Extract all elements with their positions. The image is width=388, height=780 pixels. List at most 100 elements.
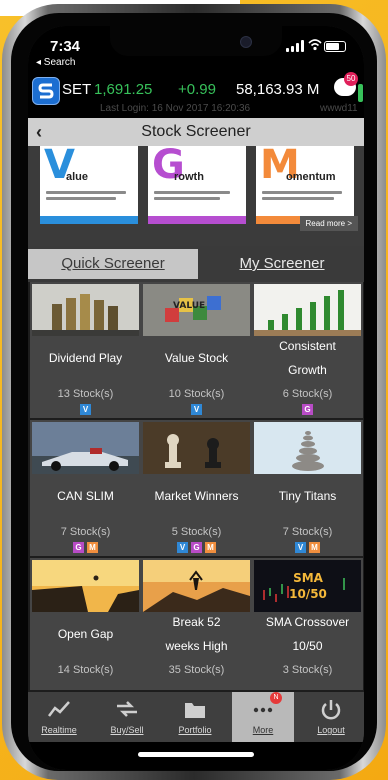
read-more-button[interactable]: Read more > [299,216,358,231]
index-value: 1,691.25 [94,81,153,98]
banner-value-ribbon: V alue [40,146,138,224]
screener-tag-badge: G [191,542,202,553]
status-time: 7:34 [50,38,81,55]
nav-label: More [252,725,274,735]
screener-name: 10/50 [292,639,323,653]
screener-tags: VM [252,542,363,553]
strategy-banner[interactable]: V alue G rowth M omentum Read more > [28,146,364,246]
screener-stock-count: 13 Stock(s) [57,388,114,400]
index-change: +0.99 [178,81,216,98]
screener-stock-count: 7 Stock(s) [282,526,333,538]
banner-growth-word: rowth [174,171,204,183]
nav-item-buysell[interactable]: Buy/Sell [96,692,158,742]
screener-tag-badge: V [177,542,188,553]
nav-label: Portfolio [178,725,212,735]
tab-my-screener[interactable]: My Screener [200,249,364,279]
index-volume: 58,163.93 M [236,81,320,98]
folder-icon [185,703,205,718]
screener-image: SMA 10/50 [254,560,361,612]
arrows-swap-icon [117,701,137,717]
screener-image [254,422,361,474]
back-to-search-link[interactable]: ◂ Search [36,57,75,68]
screener-stock-count: 7 Stock(s) [60,526,111,538]
screener-tabs: Quick Screener My Screener [28,246,364,282]
screener-stock-count: 5 Stock(s) [171,526,222,538]
screener-tag-badge: G [73,542,84,553]
screener-card[interactable]: Open Gap 14 Stock(s) [30,558,141,690]
signal-icon [286,40,304,52]
screener-name: CAN SLIM [57,489,114,503]
screener-tags: V [141,404,252,415]
screener-tags: VGM [141,542,252,553]
banner-momentum-description [262,188,348,203]
screener-stock-count: 6 Stock(s) [282,388,333,400]
screener-tags: GM [30,542,141,553]
last-login-text: Last Login: 16 Nov 2017 16:20:36 [100,103,251,114]
screener-image [254,284,361,336]
screener-name: Growth [288,363,327,377]
screener-image [143,422,250,474]
home-indicator-area [28,742,364,770]
phone-notch [110,26,282,56]
banner-growth-description [154,188,240,203]
nav-label: Buy/Sell [110,725,144,735]
nav-badge: N [270,692,282,704]
screener-name: Dividend Play [48,351,123,365]
screener-tag-badge: M [87,542,98,553]
screener-card[interactable]: VALUE Value Stock 10 Stock(s) V [141,282,252,418]
home-indicator [138,752,254,757]
banner-value-word: alue [66,171,89,183]
screener-card[interactable]: Break 52 weeks High 35 Stock(s) [141,558,252,690]
screener-image [32,422,139,474]
banner-momentum-word: omentum [286,171,336,183]
screener-tag-badge: V [295,542,306,553]
nav-item-logout[interactable]: Logout [300,692,362,742]
screener-grid: Dividend Play 13 Stock(s) V VALUE Value Stoc… [28,282,364,692]
index-name: SET [62,81,92,98]
screener-tag-badge: M [309,542,320,553]
page-header: ‹ Stock Screener [28,118,364,146]
nav-item-more[interactable]: N More [232,692,294,742]
screener-name: Tiny Titans [278,489,337,503]
screener-card[interactable]: Dividend Play 13 Stock(s) V [30,282,141,418]
screener-name: Consistent [279,339,336,353]
screener-card[interactable]: Market Winners 5 Stock(s) V G M [141,420,252,556]
banner-momentum-ribbon: M omentum [256,146,354,224]
tab-quick-screener[interactable]: Quick Screener [28,249,198,279]
svg-text:VALUE: VALUE [173,301,205,311]
screener-image [32,560,139,612]
screener-image [143,560,250,612]
screener-tag-badge: G [302,404,313,415]
screener-name: weeks High [165,639,228,653]
screener-name: Break 52 [172,615,221,629]
nav-item-realtime[interactable]: Realtime [28,692,90,742]
banner-value-description [46,188,132,203]
screener-image [32,284,139,336]
screener-card[interactable]: CAN SLIM 7 Stock(s) G M [30,420,141,556]
screener-name: SMA Crossover [265,615,350,629]
screener-image: VALUE [143,284,250,336]
screener-name: Open Gap [57,627,114,641]
page-title: Stock Screener [141,123,251,140]
screener-card[interactable]: SMA 10/50 SMA Crossover 10/50 3 Stock(s) [252,558,363,690]
screener-card[interactable]: Consistent Growth 6 Stock(s) G [252,282,363,418]
nav-label: Realtime [41,725,77,735]
screener-tag-badge: M [205,542,216,553]
banner-growth-ribbon: G rowth [148,146,246,224]
nav-item-portfolio[interactable]: Portfolio [164,692,226,742]
notification-badge: 50 [344,72,358,86]
bottom-nav: Realtime Buy/Sell Portfolio N More Logout [28,692,364,742]
app-logo-icon [32,77,60,105]
screener-name: Market Winners [154,489,239,503]
nav-label: Logout [317,725,345,735]
screener-name: Value Stock [164,351,229,365]
chart-line-icon [48,701,70,717]
screener-stock-count: 14 Stock(s) [57,664,114,676]
phone-screen: 7:34 ◂ Search SET 1,691.25 +0.99 58,163.… [28,26,364,770]
screener-card[interactable]: Tiny Titans 7 Stock(s) V M [252,420,363,556]
notification-button[interactable]: 50 [334,72,358,96]
screener-tags: G [252,404,363,415]
battery-icon [324,41,346,52]
screener-tag-badge: V [191,404,202,415]
svg-text:10/50: 10/50 [289,587,327,601]
